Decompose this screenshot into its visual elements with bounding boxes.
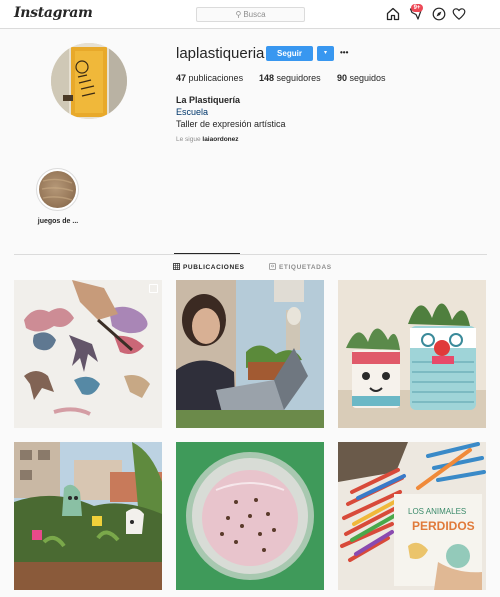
posts-count: 47 — [176, 73, 187, 83]
story-highlight-label: juegos de ... — [37, 218, 79, 225]
followers-label: seguidores — [276, 73, 321, 83]
post-image — [176, 442, 324, 590]
chevron-down-icon: ▾ — [323, 50, 327, 56]
post-image: LOS ANIMALES PERDIDOS — [338, 442, 486, 590]
profile-full-name: La Plastiquería — [176, 95, 241, 105]
following-label: seguidos — [349, 73, 386, 83]
notification-badge: 9+ — [411, 4, 423, 12]
posts-label: publicaciones — [188, 73, 244, 83]
multiple-images-icon — [149, 284, 158, 293]
posts-stat: 47 publicaciones — [176, 73, 243, 83]
tab-etiquetadas[interactable]: ETIQUETADAS — [269, 263, 332, 271]
post-thumbnail[interactable]: LOS ANIMALES PERDIDOS — [338, 442, 486, 590]
book-title-line-2: PERDIDOS — [412, 519, 475, 533]
book-title-line-1: LOS ANIMALES — [408, 507, 466, 516]
profile-avatar[interactable] — [51, 43, 127, 119]
post-thumbnail[interactable] — [14, 442, 162, 590]
grid-icon — [173, 263, 180, 270]
tab-label: ETIQUETADAS — [279, 264, 332, 271]
more-options-button[interactable]: ••• — [340, 45, 348, 59]
more-options-icon: ••• — [340, 48, 349, 57]
tab-publicaciones[interactable]: PUBLICACIONES — [173, 263, 245, 271]
top-navigation-bar: Instagram ⚲ Busca 9+ — [0, 0, 500, 29]
followed-by-user[interactable]: laiaordonez — [202, 136, 238, 143]
following-count: 90 — [337, 73, 348, 83]
search-icon: ⚲ — [235, 10, 242, 19]
story-highlight-cover[interactable] — [39, 171, 76, 208]
search-input[interactable]: ⚲ Busca — [196, 7, 305, 22]
tab-label: PUBLICACIONES — [183, 264, 245, 271]
tabs-divider — [14, 254, 487, 255]
profile-bio: Taller de expresión artística — [176, 119, 286, 129]
post-thumbnail[interactable] — [338, 280, 486, 428]
active-tab-indicator — [174, 253, 240, 254]
post-thumbnail[interactable] — [176, 280, 324, 428]
followed-by[interactable]: Le sigue laiaordonez — [176, 136, 239, 143]
suggested-dropdown-button[interactable]: ▾ — [317, 46, 334, 61]
followers-stat[interactable]: 148 seguidores — [259, 73, 321, 83]
post-image — [176, 280, 324, 428]
heart-icon[interactable] — [452, 7, 466, 21]
search-placeholder: Busca — [243, 10, 266, 19]
tagged-icon — [269, 263, 276, 270]
post-image — [338, 280, 486, 428]
home-icon[interactable] — [386, 7, 400, 21]
post-image — [14, 442, 162, 590]
post-image — [14, 280, 162, 428]
following-stat[interactable]: 90 seguidos — [337, 73, 386, 83]
post-thumbnail[interactable] — [14, 280, 162, 428]
profile-category: Escuela — [176, 107, 209, 117]
instagram-logo[interactable]: Instagram — [14, 5, 93, 21]
explore-icon[interactable] — [432, 7, 446, 21]
profile-username: laplastiqueria — [176, 45, 265, 62]
post-thumbnail[interactable] — [176, 442, 324, 590]
followed-by-prefix: Le sigue — [176, 136, 201, 143]
followers-count: 148 — [259, 73, 275, 83]
follow-button[interactable]: Seguir — [266, 46, 313, 61]
